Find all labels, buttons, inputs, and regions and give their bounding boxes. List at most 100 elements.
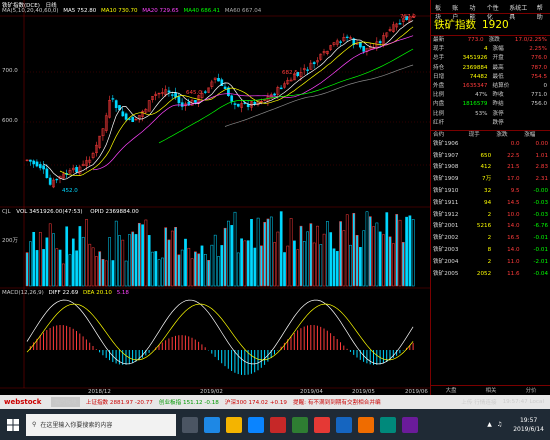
volume-bar	[326, 221, 329, 287]
quote-value: 0	[543, 82, 547, 89]
contract-name: 铁矿2001	[433, 223, 459, 230]
contract-percent: 2.31	[535, 176, 549, 183]
store-icon[interactable]	[248, 416, 264, 433]
volume-bar	[408, 215, 412, 287]
contract-row[interactable]: 铁矿2001 5216 14.0 -6.76	[431, 221, 550, 233]
menu-bar: 板块 账户 功能 个性化 系统工具 帮助	[431, 0, 550, 21]
taskbar-search[interactable]: ⚲ 在这里输入你要搜索的内容	[26, 413, 176, 436]
volume-bar	[134, 234, 138, 287]
macd-header: MACD(12,26,9) DIFF 22.69 DEA 20.10 5.18	[2, 290, 129, 296]
contract-change: 16.5	[507, 235, 520, 242]
clock-date: 2019/6/14	[513, 425, 544, 433]
volume-bar	[45, 237, 49, 287]
quote-label: 涨停	[492, 110, 504, 117]
menu-item[interactable]: 帮助	[533, 0, 550, 21]
tab-price-dist[interactable]: 分价	[511, 386, 550, 395]
menu-item[interactable]: 板块	[431, 0, 448, 21]
contract-row[interactable]: 铁矿1910 32 9.5 -0.00	[431, 186, 550, 198]
volume-bar	[312, 242, 316, 287]
folder-icon[interactable]	[226, 416, 242, 433]
volume-label: CJL	[2, 209, 11, 215]
quote-value: 2369884	[462, 64, 488, 71]
quote-label: 最新	[433, 37, 445, 43]
volume-bar	[118, 235, 121, 287]
contract-row[interactable]: 铁矿2005 2052 11.6 -0.04	[431, 269, 550, 281]
edge-icon[interactable]	[204, 416, 220, 433]
contract-volume: 32	[484, 188, 492, 195]
app-icon[interactable]	[270, 416, 286, 433]
instrument-code: 1920	[482, 18, 509, 31]
volume-bar	[128, 234, 131, 287]
candle	[48, 177, 52, 185]
contract-change: 9.5	[510, 188, 520, 195]
volume-icon[interactable]: ♫	[497, 421, 502, 428]
menu-item[interactable]: 个性化	[483, 0, 505, 21]
quote-label: 结算价	[492, 82, 510, 89]
sh-index[interactable]: 上证指数 2881.97 -20.77	[86, 398, 153, 406]
contract-name: 铁矿1912	[433, 211, 459, 218]
quote-value: 773.0	[467, 37, 484, 43]
volume-bar	[88, 243, 92, 287]
wechat-icon[interactable]	[292, 416, 308, 433]
quote-label: 总手	[433, 55, 445, 62]
contract-percent: -2.01	[533, 258, 549, 265]
reminder-text[interactable]: 提醒: 有不满到到期有交割相合并编	[293, 398, 381, 406]
contract-row[interactable]: 铁矿2004 2 11.0 -2.01	[431, 257, 550, 269]
contract-row[interactable]: 铁矿1908 412 21.5 2.83	[431, 162, 550, 174]
tab-dapan[interactable]: 大盘	[431, 386, 471, 395]
app-icon[interactable]	[402, 416, 418, 433]
volume-bar	[335, 251, 339, 287]
volume-bar	[352, 213, 356, 287]
volume-bar	[141, 224, 144, 287]
start-button[interactable]	[0, 409, 26, 440]
contract-change: 11.0	[507, 258, 520, 265]
volume-bar	[388, 236, 392, 287]
contract-row[interactable]: 铁矿1912 2 10.0 -0.03	[431, 210, 550, 222]
candle	[398, 23, 402, 25]
app-icon[interactable]	[380, 416, 396, 433]
candle	[114, 100, 118, 108]
wifi-icon[interactable]: ▲	[487, 421, 492, 428]
app-icon[interactable]	[358, 416, 374, 433]
volume-bar	[309, 223, 313, 287]
contract-row[interactable]: 铁矿1911 94 14.5 -0.03	[431, 198, 550, 210]
hs300-index[interactable]: 沪深300 174.02 +0.19	[225, 398, 287, 406]
menu-item[interactable]: 账户	[448, 0, 465, 21]
tab-related[interactable]: 相关	[471, 386, 511, 395]
candle	[217, 78, 220, 82]
contract-row[interactable]: 铁矿2002 2 16.5 -0.01	[431, 233, 550, 245]
cy-index[interactable]: 创业板指 151.12 -0.18	[159, 398, 219, 406]
quote-value: 1635347	[462, 82, 488, 89]
volume-bar	[233, 211, 237, 287]
app-icon[interactable]	[336, 416, 352, 433]
volume-bar	[372, 226, 375, 287]
my-sector-tab[interactable]: 我的板块	[51, 397, 80, 407]
clock[interactable]: 19:57 2019/6/14	[507, 416, 550, 434]
volume-bar	[68, 254, 72, 287]
contract-volume: 2	[487, 258, 492, 265]
quote-value: 4	[483, 46, 488, 53]
quote-value: 771.0	[530, 92, 547, 99]
menu-item[interactable]: 功能	[466, 0, 483, 21]
kline-chart[interactable]	[0, 0, 430, 395]
contract-name: 铁矿1907	[433, 152, 459, 159]
contract-row[interactable]: 铁矿2003 8 14.0 -0.01	[431, 245, 550, 257]
contract-name: 铁矿1908	[433, 164, 459, 171]
contract-row[interactable]: 铁矿1909 7万 17.0 2.31	[431, 174, 550, 186]
volume-bar	[332, 248, 336, 287]
chart-area[interactable]: 铁矿指数(DCE) 日线 MA(5,10,20,40,60,0) MA5 752…	[0, 0, 430, 395]
volume-bar	[279, 211, 283, 287]
quote-value: 756.0	[530, 101, 547, 108]
volume-bar	[299, 225, 303, 287]
local-time: 19:57:47 Local	[502, 399, 544, 405]
app-icon[interactable]	[314, 416, 330, 433]
contract-name: 铁矿1906	[433, 140, 459, 147]
contract-change: 22.5	[507, 152, 520, 159]
contract-row[interactable]: 铁矿1907 650 22.5 1.01	[431, 151, 550, 163]
volume-bar	[246, 240, 250, 287]
menu-item[interactable]: 系统工具	[505, 0, 533, 21]
instrument-name: 铁矿指数	[434, 19, 476, 31]
candle	[174, 92, 177, 98]
task-view-icon[interactable]	[182, 416, 198, 433]
contract-row[interactable]: 铁矿1906 0.0 0.00	[431, 139, 550, 151]
